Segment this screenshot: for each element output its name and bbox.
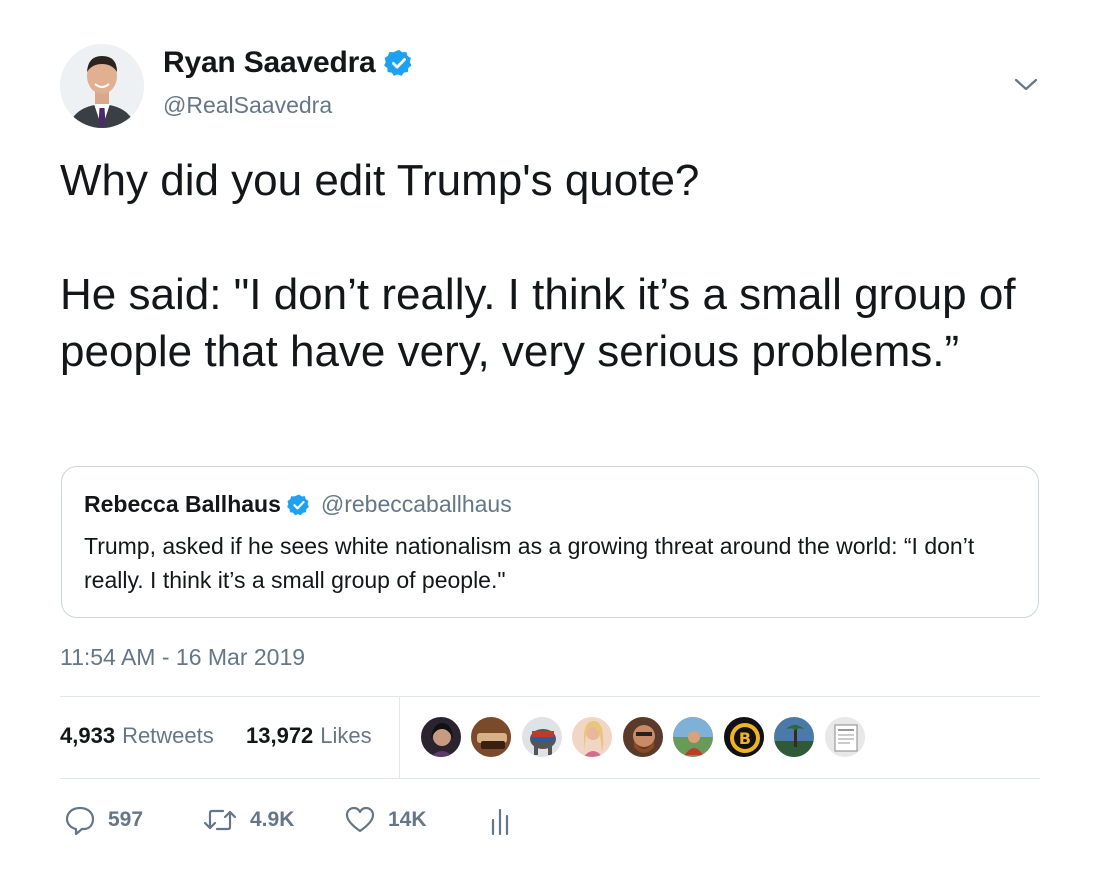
analytics-button[interactable] bbox=[488, 804, 512, 836]
quoted-tweet-card[interactable]: Rebecca Ballhaus @rebeccaballhaus Trump,… bbox=[61, 466, 1039, 618]
author-name[interactable]: Ryan Saavedra bbox=[163, 46, 376, 80]
heart-icon bbox=[344, 804, 376, 836]
divider bbox=[60, 778, 1040, 779]
stats-separator bbox=[399, 697, 400, 778]
tweet-text: Why did you edit Trump's quote? He said:… bbox=[60, 152, 1040, 380]
liker-avatar-8[interactable] bbox=[773, 716, 815, 758]
verified-badge-icon bbox=[286, 493, 311, 517]
liker-avatar-2[interactable] bbox=[470, 716, 512, 758]
liker-avatar-1[interactable] bbox=[420, 716, 462, 758]
liker-avatar-4[interactable] bbox=[571, 716, 613, 758]
quoted-tweet-text: Trump, asked if he sees white nationalis… bbox=[84, 533, 975, 593]
liker-avatar-5[interactable] bbox=[622, 716, 664, 758]
tweet-timestamp[interactable]: 11:54 AM - 16 Mar 2019 bbox=[60, 644, 305, 671]
likes-stat[interactable]: 13,972 Likes bbox=[246, 723, 372, 749]
liker-avatar-7[interactable]: B bbox=[723, 716, 765, 758]
likes-label: Likes bbox=[320, 723, 372, 748]
tweet-actions: 597 4.9K 14K bbox=[60, 800, 660, 844]
retweet-icon bbox=[202, 804, 238, 836]
likes-count: 13,972 bbox=[246, 723, 314, 748]
like-button[interactable]: 14K bbox=[344, 804, 427, 836]
reply-count: 597 bbox=[108, 808, 144, 831]
analytics-icon bbox=[488, 804, 512, 836]
author-avatar[interactable] bbox=[60, 44, 144, 128]
like-count: 14K bbox=[388, 808, 427, 831]
tweet-text-line-1: Why did you edit Trump's quote? bbox=[60, 156, 700, 205]
reply-button[interactable]: 597 bbox=[64, 804, 143, 836]
retweets-label: Retweets bbox=[122, 723, 214, 748]
liker-avatar-9[interactable] bbox=[824, 716, 866, 758]
retweets-count: 4,933 bbox=[60, 723, 116, 748]
quoted-author-name: Rebecca Ballhaus bbox=[84, 491, 281, 517]
retweet-button[interactable]: 4.9K bbox=[202, 804, 294, 836]
chevron-down-icon[interactable] bbox=[1012, 74, 1040, 94]
liker-avatar-6[interactable] bbox=[672, 716, 714, 758]
reply-icon bbox=[64, 804, 96, 836]
verified-badge-icon bbox=[383, 48, 414, 78]
retweets-stat[interactable]: 4,933 Retweets bbox=[60, 723, 214, 749]
svg-text:B: B bbox=[739, 729, 751, 748]
author-handle[interactable]: @RealSaavedra bbox=[163, 92, 332, 119]
tweet-stats: 4,933 Retweets 13,972 Likes B bbox=[60, 697, 1040, 778]
quoted-author-handle: @rebeccaballhaus bbox=[320, 491, 512, 517]
tweet-text-line-2: He said: "I don’t really. I think it’s a… bbox=[60, 270, 1016, 376]
retweet-count: 4.9K bbox=[250, 808, 295, 831]
liker-avatar-3[interactable] bbox=[521, 716, 563, 758]
